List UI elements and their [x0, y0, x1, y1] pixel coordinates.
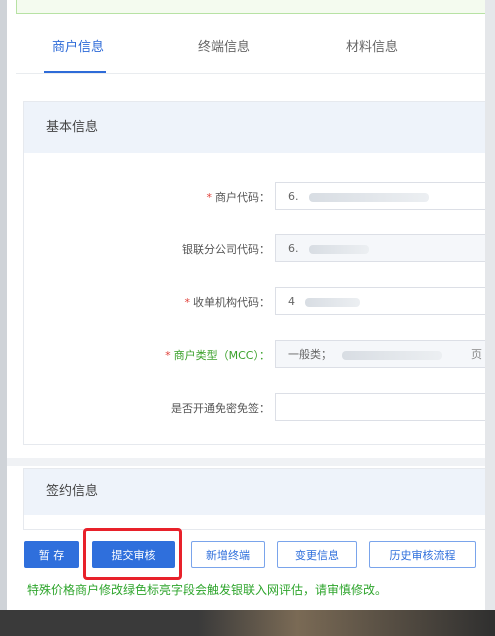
masked-value [308, 192, 429, 202]
required-mark: * [206, 191, 213, 204]
merchant-code-input[interactable]: 6. [275, 182, 485, 210]
masked-value [342, 350, 442, 360]
mcc-label: * 商户类型（MCC）： [165, 349, 270, 362]
tab-merchant-info[interactable]: 商户信息 [52, 36, 104, 55]
masked-value [305, 297, 360, 307]
save-draft-button[interactable]: 暂 存 [24, 541, 79, 568]
acquirer-code-input[interactable]: 4 [275, 287, 485, 315]
tab-bar: 商户信息 终端信息 材料信息 [16, 23, 485, 74]
active-tab-indicator [44, 71, 106, 73]
branch-code-input[interactable]: 6. [275, 234, 485, 262]
scrollbar-track[interactable] [485, 0, 495, 610]
masked-value [308, 244, 369, 254]
taskbar-strip [0, 610, 495, 636]
notice-box-top [16, 0, 485, 14]
tab-material-info[interactable]: 材料信息 [346, 36, 398, 55]
password-free-label: 是否开通免密免签： [171, 402, 270, 415]
required-mark: * [165, 349, 171, 362]
field-row-mcc: * 商户类型（MCC）： 一般类；页 [24, 340, 485, 370]
field-row-acquirer-code: * 收单机构代码： 4 [24, 287, 485, 317]
sign-info-title: 签约信息 [24, 469, 485, 515]
required-mark: * [184, 296, 191, 309]
review-history-button[interactable]: 历史审核流程 [369, 541, 476, 568]
merchant-form-page: 商户信息 终端信息 材料信息 基本信息 * 商户代码： 6. 银联分公司代码： 6… [7, 0, 485, 610]
merchant-code-label: * 商户代码： [206, 191, 271, 204]
field-row-merchant-code: * 商户代码： 6. [24, 182, 485, 212]
warning-text: 特殊价格商户修改绿色标亮字段会触发银联入网评估，请审慎修改。 [27, 583, 388, 597]
tab-terminal-info[interactable]: 终端信息 [198, 36, 250, 55]
submit-review-button[interactable]: 提交审核 [92, 541, 175, 568]
password-free-select[interactable] [275, 393, 485, 421]
sign-info-panel: 签约信息 [23, 468, 485, 530]
mcc-select[interactable]: 一般类；页 [275, 340, 485, 368]
field-row-password-free: 是否开通免密免签： [24, 393, 485, 423]
change-info-button[interactable]: 变更信息 [277, 541, 357, 568]
basic-info-title: 基本信息 [24, 102, 485, 153]
mcc-suffix: 页 [471, 348, 482, 361]
action-bar: 暂 存 提交审核 新增终端 变更信息 历史审核流程 特殊价格商户修改绿色标亮字段… [7, 528, 485, 610]
add-terminal-button[interactable]: 新增终端 [191, 541, 265, 568]
field-row-branch-code: 银联分公司代码： 6. [24, 234, 485, 264]
basic-info-panel: 基本信息 * 商户代码： 6. 银联分公司代码： 6. * 收单机构代码： 4 * 商… [23, 101, 485, 445]
acquirer-code-label: * 收单机构代码： [184, 296, 271, 309]
section-divider [7, 458, 485, 466]
branch-code-label: 银联分公司代码： [182, 243, 270, 256]
window-left-edge [0, 0, 7, 610]
